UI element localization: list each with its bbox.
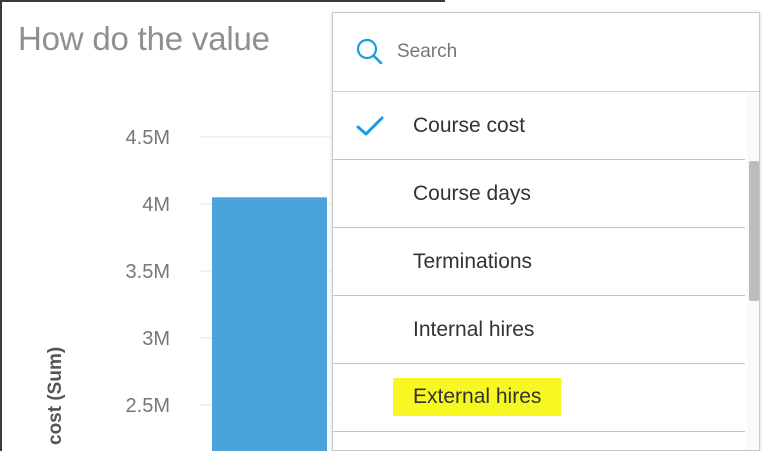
search-row <box>333 13 759 92</box>
measure-dropdown[interactable]: Course cost Course days Terminations Int… <box>332 12 760 451</box>
option-course-days[interactable]: Course days <box>333 160 745 228</box>
check-icon <box>356 116 384 136</box>
option-external-hires[interactable]: External hires <box>333 364 745 432</box>
option-label: External hires <box>393 378 562 416</box>
scrollbar-thumb[interactable] <box>749 161 759 301</box>
search-icon <box>356 38 383 65</box>
search-input[interactable] <box>397 35 727 69</box>
option-course-cost[interactable]: Course cost <box>333 92 745 160</box>
option-label: Terminations <box>413 250 533 273</box>
options-list: Course cost Course days Terminations Int… <box>333 92 745 432</box>
y-axis-label: cost (Sum) <box>45 347 66 445</box>
option-label: Internal hires <box>413 318 535 341</box>
y-tick-label: 2.5M <box>126 395 170 417</box>
y-tick-label: 3.5M <box>126 261 170 283</box>
option-label: Course days <box>413 182 531 205</box>
option-label: Course cost <box>413 114 526 137</box>
y-tick-label: 4M <box>142 194 170 216</box>
option-internal-hires[interactable]: Internal hires <box>333 296 745 364</box>
y-tick-label: 4.5M <box>126 127 170 149</box>
bar[interactable] <box>212 197 327 451</box>
option-terminations[interactable]: Terminations <box>333 228 745 296</box>
y-tick-label: 3M <box>142 328 170 350</box>
